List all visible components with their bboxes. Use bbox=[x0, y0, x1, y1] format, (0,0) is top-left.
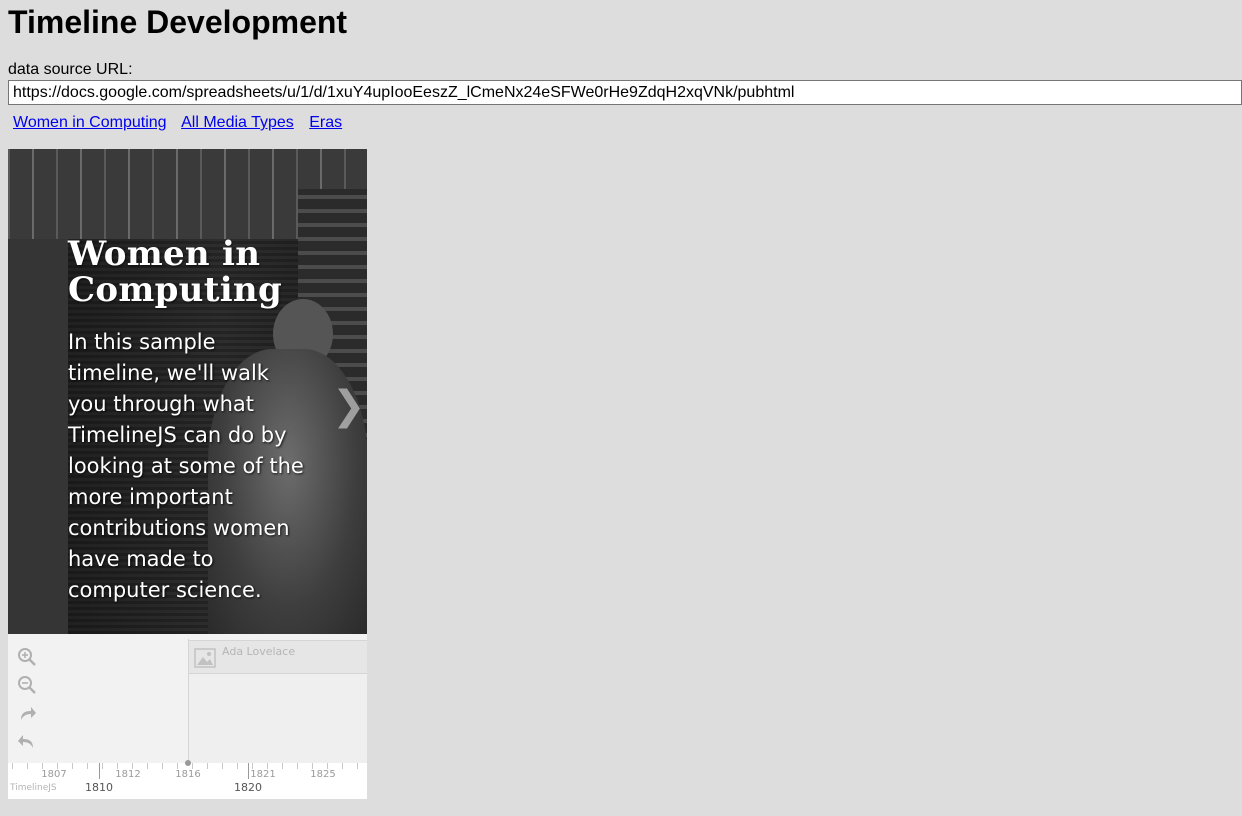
axis-major-tick bbox=[248, 763, 249, 779]
timelinejs-brand[interactable]: TimelineJS bbox=[10, 783, 57, 793]
axis-major-tick bbox=[99, 763, 100, 779]
slide-text: In this sample timeline, we'll walk you … bbox=[68, 330, 304, 602]
axis-tick bbox=[357, 763, 358, 769]
link-women-in-computing[interactable]: Women in Computing bbox=[13, 114, 167, 131]
axis-tick bbox=[237, 763, 238, 769]
axis-tick bbox=[207, 763, 208, 769]
redo-icon[interactable] bbox=[17, 703, 37, 723]
axis-tick bbox=[222, 763, 223, 769]
link-all-media-types[interactable]: All Media Types bbox=[181, 114, 294, 131]
axis-tick bbox=[147, 763, 148, 769]
timeline-axis: 1807 1812 1816 1821 1825 1810 1820 Timel… bbox=[8, 760, 367, 799]
next-slide-arrow-icon[interactable]: ❯ bbox=[332, 381, 366, 431]
marker-label: Ada Lovelace bbox=[222, 645, 296, 658]
axis-tick bbox=[342, 763, 343, 769]
title-slide: Women in Computing In this sample timeli… bbox=[8, 149, 367, 634]
axis-label: 1821 bbox=[250, 769, 276, 780]
axis-tick bbox=[87, 763, 88, 769]
axis-tick bbox=[12, 763, 13, 769]
marker-track bbox=[188, 674, 367, 764]
axis-tick bbox=[282, 763, 283, 769]
axis-tick bbox=[297, 763, 298, 769]
axis-label: 1816 bbox=[175, 769, 201, 780]
slide-headline: Women in Computing bbox=[68, 234, 283, 310]
page-title: Timeline Development bbox=[8, 4, 348, 40]
slide-background-shadow bbox=[8, 239, 68, 634]
zoom-out-icon[interactable] bbox=[17, 675, 37, 695]
axis-tick bbox=[162, 763, 163, 769]
zoom-in-icon[interactable] bbox=[17, 647, 37, 667]
axis-label: 1812 bbox=[115, 769, 141, 780]
current-position-dot bbox=[185, 760, 191, 766]
axis-label: 1807 bbox=[41, 769, 67, 780]
link-eras[interactable]: Eras bbox=[309, 114, 342, 131]
axis-tick bbox=[102, 763, 103, 769]
timeline-links: Women in Computing All Media Types Eras bbox=[13, 113, 353, 133]
back-to-start-icon[interactable] bbox=[17, 731, 37, 751]
data-source-url-input[interactable] bbox=[8, 80, 1242, 105]
image-icon bbox=[194, 648, 216, 668]
timeline-embed: Women in Computing In this sample timeli… bbox=[8, 149, 367, 799]
url-label: data source URL: bbox=[8, 61, 133, 78]
axis-tick bbox=[72, 763, 73, 769]
axis-tick bbox=[27, 763, 28, 769]
axis-major-label: 1820 bbox=[234, 781, 262, 794]
axis-label: 1825 bbox=[310, 769, 336, 780]
axis-major-label: 1810 bbox=[85, 781, 113, 794]
